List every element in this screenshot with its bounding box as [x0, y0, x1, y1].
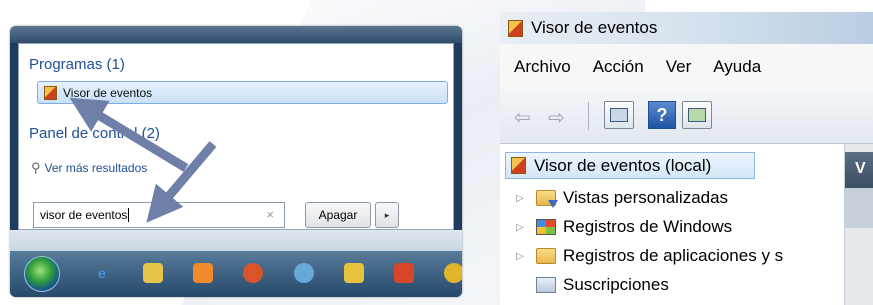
tree-item-suscripciones[interactable]: Suscripciones: [536, 275, 669, 295]
tree-root-item[interactable]: Visor de eventos (local): [505, 152, 755, 179]
tree-item-vistas[interactable]: ▷ Vistas personalizadas: [516, 188, 728, 208]
console-tree-button[interactable]: [604, 101, 634, 129]
back-arrow-icon[interactable]: ⇦: [514, 105, 531, 130]
event-viewer-icon: [511, 157, 526, 174]
tree-item-label: Registros de Windows: [563, 217, 733, 236]
menu-ayuda[interactable]: Ayuda: [713, 57, 761, 77]
subscriptions-icon: [536, 277, 556, 293]
tree-item-label: Registros de aplicaciones y s: [563, 246, 784, 265]
action-pane-icon: [688, 108, 706, 122]
tree-item-label: Vistas personalizadas: [563, 188, 729, 207]
menu-archivo[interactable]: Archivo: [514, 57, 571, 77]
event-viewer-window: Visor de eventos Archivo Acción Ver Ayud…: [500, 12, 873, 305]
console-tree-icon: [610, 108, 628, 122]
window-title: Visor de eventos: [531, 18, 658, 37]
tree-item-registros-aplicaciones[interactable]: ▷ Registros de aplicaciones y s: [516, 246, 783, 266]
details-pane-header: V: [845, 152, 873, 188]
details-pane: V: [845, 144, 873, 305]
windows-logs-icon: [536, 219, 556, 235]
toolbar-separator: [588, 102, 589, 130]
forward-arrow-icon[interactable]: ⇨: [548, 105, 565, 130]
menu-accion[interactable]: Acción: [593, 57, 644, 77]
expand-icon[interactable]: ▷: [516, 251, 530, 262]
filter-folder-icon: [536, 190, 558, 208]
window-title-bar[interactable]: Visor de eventos: [500, 12, 873, 44]
expand-icon[interactable]: ▷: [516, 193, 530, 204]
toolbar: ⇦ ⇨ ?: [500, 89, 873, 144]
menu-ver[interactable]: Ver: [666, 57, 692, 77]
menu-bar: Archivo Acción Ver Ayuda: [500, 44, 873, 89]
expand-icon[interactable]: ▷: [516, 222, 530, 233]
action-pane-button[interactable]: [682, 101, 712, 129]
help-button[interactable]: ?: [648, 101, 676, 129]
app-logs-folder-icon: [536, 248, 556, 264]
details-pane-bar: [845, 188, 873, 228]
arrow-to-search-result: [69, 97, 189, 172]
tree-root-label: Visor de eventos (local): [534, 155, 712, 175]
event-viewer-icon: [508, 19, 523, 37]
tree-item-registros-windows[interactable]: ▷ Registros de Windows: [516, 217, 732, 237]
console-tree: Visor de eventos (local) ▷ Vistas person…: [500, 144, 845, 305]
annotation-arrows: [69, 97, 217, 223]
tree-item-label: Suscripciones: [563, 275, 669, 294]
